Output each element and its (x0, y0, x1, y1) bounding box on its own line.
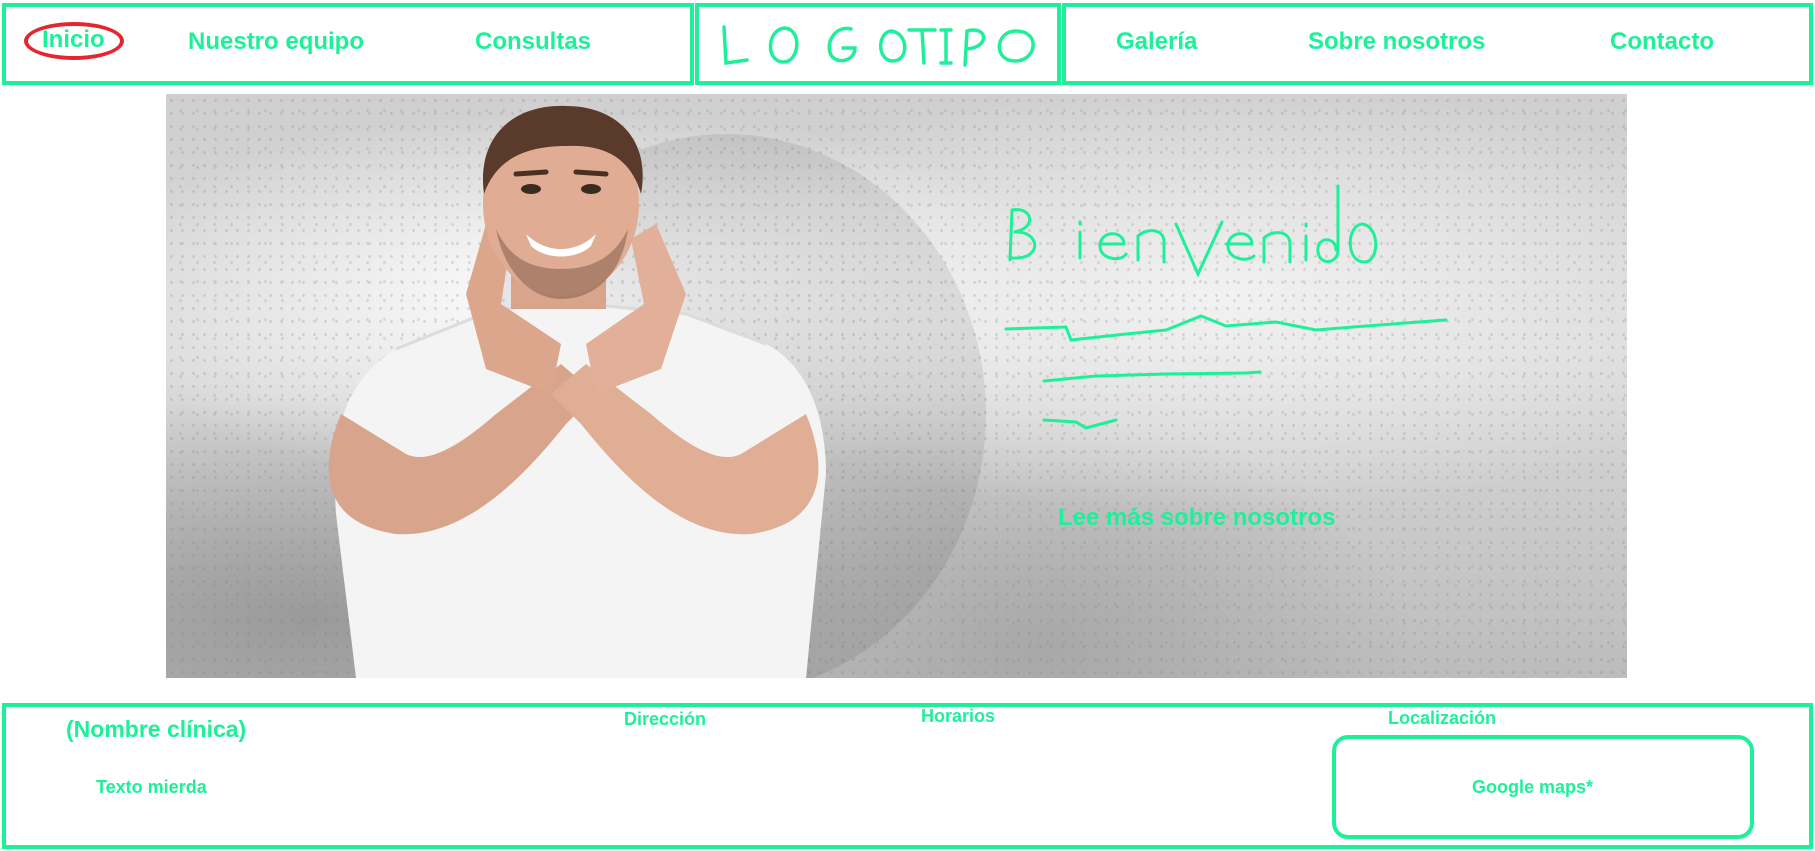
location-heading: Localización (1388, 708, 1497, 728)
hero-banner: Bienvenido Lee más sobre nosotros (166, 94, 1627, 678)
address-heading: Dirección (624, 709, 707, 729)
map-placeholder: Google maps* (1472, 777, 1594, 797)
hours-heading: Horarios (921, 706, 996, 726)
read-more-link[interactable]: Lee más sobre nosotros (1058, 504, 1335, 532)
nav-galeria[interactable]: Galería (1116, 28, 1197, 56)
logo[interactable]: LOG OTIPO (695, 3, 1061, 85)
nav-consultas[interactable]: Consultas (475, 28, 591, 56)
clinic-name: (Nombre clínica) (66, 716, 247, 742)
logo-handwritten (722, 25, 1035, 67)
footer-text: Texto mierda (96, 777, 207, 797)
nav-nuestro-equipo[interactable]: Nuestro equipo (188, 28, 364, 56)
nav-sobre-nosotros[interactable]: Sobre nosotros (1308, 28, 1485, 56)
hero-heading (1004, 184, 1448, 430)
nav-inicio[interactable]: Inicio (42, 26, 105, 54)
nav-contacto[interactable]: Contacto (1610, 28, 1714, 56)
